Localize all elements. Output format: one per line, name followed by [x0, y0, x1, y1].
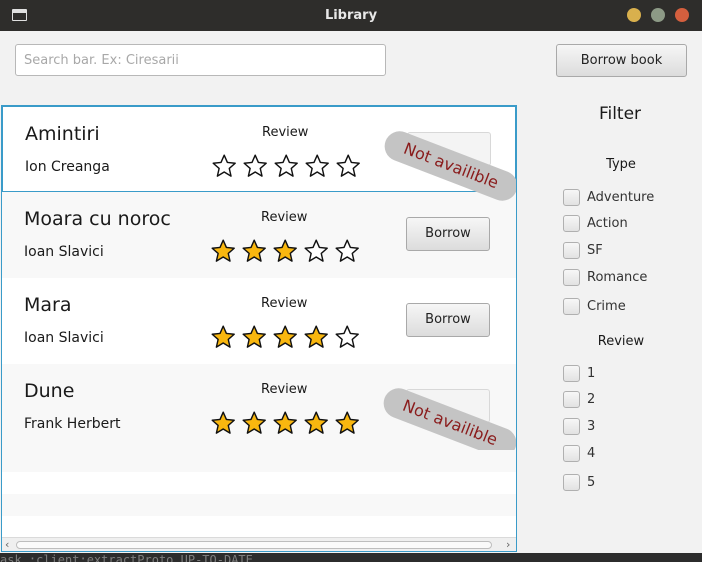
review-label: Review [262, 125, 309, 140]
checkbox-box[interactable] [563, 418, 580, 435]
borrow-button[interactable]: Borrow [406, 217, 490, 251]
checkbox-box[interactable] [563, 474, 580, 491]
star-empty-icon[interactable] [336, 154, 360, 177]
star-filled-icon[interactable] [242, 325, 266, 348]
star-empty-icon[interactable] [274, 154, 298, 177]
checkbox-label: 1 [587, 366, 596, 381]
checkbox-label: Action [587, 216, 628, 231]
book-row[interactable]: Moara cu noroc Ioan Slavici Review Borrow [2, 192, 516, 278]
book-title: Dune [24, 380, 75, 402]
star-empty-icon[interactable] [335, 239, 359, 262]
search-input[interactable] [15, 44, 386, 76]
star-filled-icon[interactable] [304, 325, 328, 348]
star-empty-icon[interactable] [304, 239, 328, 262]
review-section-label: Review [597, 334, 645, 349]
horizontal-scrollbar[interactable]: ‹ › [2, 537, 516, 551]
type-section-label: Type [606, 157, 636, 172]
book-title: Moara cu noroc [24, 208, 171, 230]
book-row[interactable]: Dune Frank Herbert Review Not availible [2, 364, 516, 463]
star-rating[interactable] [209, 409, 361, 437]
book-row[interactable]: Amintiri Ion Creanga Review Not availible [2, 106, 516, 206]
checkbox-label: Romance [587, 270, 648, 285]
library-window: Library Borrow book Dune Frank Herbert Rev… [0, 0, 702, 553]
book-list[interactable]: Dune Frank Herbert Review Not availible Mara… [1, 105, 517, 552]
background-terminal-text: ask :client:extractProto UP-TO-DATE [0, 553, 702, 562]
checkbox-label: SF [587, 243, 603, 258]
checkbox-box[interactable] [563, 242, 580, 259]
book-row[interactable]: Mara Ioan Slavici Review Borrow [2, 278, 516, 364]
star-rating[interactable] [209, 237, 361, 265]
star-filled-icon[interactable] [211, 239, 235, 262]
minimize-button[interactable] [627, 8, 641, 22]
checkbox-label: Crime [587, 299, 626, 314]
checkbox-label: 3 [587, 419, 596, 434]
star-rating[interactable] [209, 323, 361, 351]
scroll-left-icon[interactable]: ‹ [5, 538, 9, 551]
star-filled-icon[interactable] [242, 411, 266, 434]
book-author: Frank Herbert [24, 416, 121, 432]
maximize-button[interactable] [651, 8, 665, 22]
checkbox-label: Adventure [587, 190, 655, 205]
borrow-book-button[interactable]: Borrow book [556, 44, 687, 77]
scrollbar-thumb[interactable] [16, 541, 492, 549]
book-author: Ioan Slavici [24, 330, 104, 346]
window-title: Library [324, 8, 378, 23]
checkbox-box[interactable] [563, 445, 580, 462]
scroll-right-icon[interactable]: › [506, 538, 510, 551]
star-rating[interactable] [210, 152, 362, 180]
book-title: Amintiri [25, 123, 100, 145]
checkbox-box[interactable] [563, 189, 580, 206]
book-author: Ion Creanga [25, 159, 110, 175]
star-empty-icon[interactable] [212, 154, 236, 177]
checkbox-box[interactable] [563, 298, 580, 315]
star-filled-icon[interactable] [304, 411, 328, 434]
filter-title: Filter [598, 104, 642, 124]
checkbox-box[interactable] [563, 215, 580, 232]
star-empty-icon[interactable] [335, 325, 359, 348]
star-filled-icon[interactable] [273, 325, 297, 348]
empty-row [2, 494, 516, 516]
book-author: Ioan Slavici [24, 244, 104, 260]
empty-row [2, 450, 516, 472]
title-bar: Library [0, 0, 702, 31]
star-filled-icon[interactable] [273, 239, 297, 262]
checkbox-label: 4 [587, 446, 596, 461]
star-filled-icon[interactable] [335, 411, 359, 434]
star-empty-icon[interactable] [305, 154, 329, 177]
review-label: Review [261, 210, 308, 225]
book-title: Mara [24, 294, 72, 316]
checkbox-box[interactable] [563, 391, 580, 408]
close-button[interactable] [675, 8, 689, 22]
review-label: Review [261, 382, 308, 397]
borrow-button[interactable]: Borrow [406, 303, 490, 337]
checkbox-box[interactable] [563, 269, 580, 286]
star-filled-icon[interactable] [211, 411, 235, 434]
checkbox-label: 5 [587, 475, 596, 490]
star-empty-icon[interactable] [243, 154, 267, 177]
star-filled-icon[interactable] [211, 325, 235, 348]
review-label: Review [261, 296, 308, 311]
star-filled-icon[interactable] [273, 411, 297, 434]
checkbox-box[interactable] [563, 365, 580, 382]
star-filled-icon[interactable] [242, 239, 266, 262]
checkbox-label: 2 [587, 392, 596, 407]
